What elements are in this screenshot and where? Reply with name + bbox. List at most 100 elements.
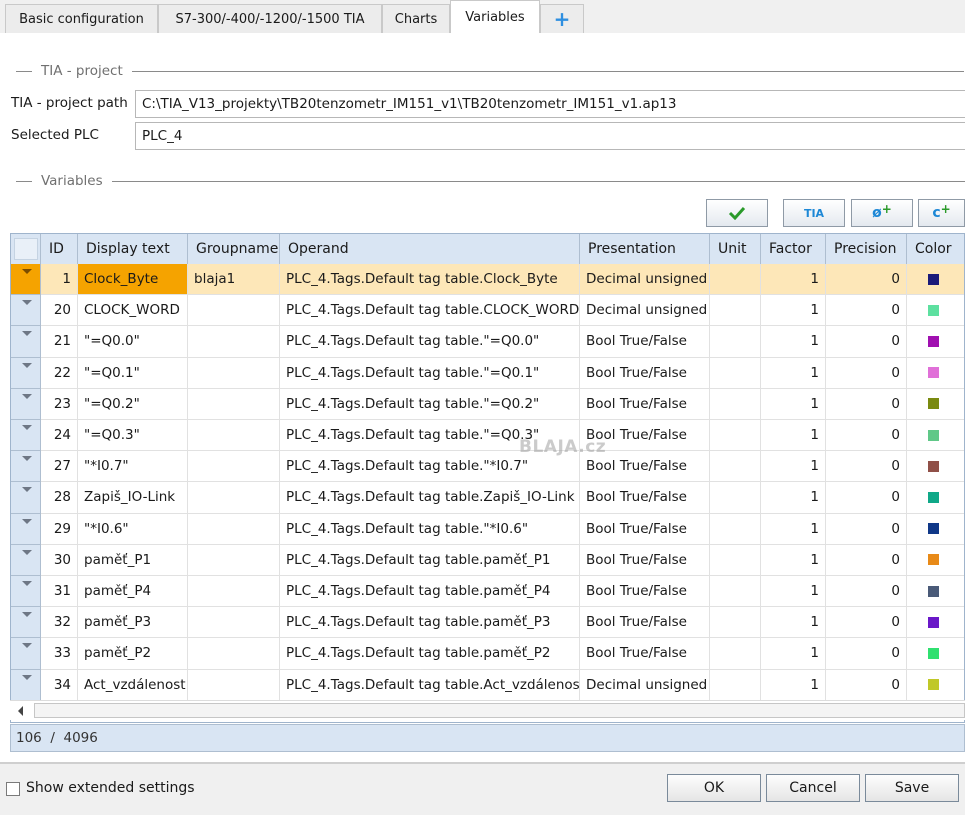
- cancel-button[interactable]: Cancel: [766, 774, 860, 802]
- row-dropdown-icon[interactable]: [22, 269, 32, 274]
- cell-precision[interactable]: 0: [826, 576, 907, 608]
- table-row[interactable]: 21 "=Q0.0" PLC_4.Tags.Default tag table."=…: [11, 326, 964, 358]
- cell-groupname[interactable]: [188, 576, 280, 608]
- table-row[interactable]: 1 Clock_Byte blaja1 PLC_4.Tags.Default tag …: [11, 264, 964, 296]
- row-dropdown-icon[interactable]: [22, 487, 32, 493]
- cell-operand[interactable]: PLC_4.Tags.Default tag table.paměť_P1: [280, 544, 580, 576]
- cell-groupname[interactable]: [188, 669, 280, 701]
- cell-display-text[interactable]: "=Q0.2": [78, 388, 188, 420]
- cell-display-text[interactable]: paměť_P1: [78, 544, 188, 576]
- cell-operand[interactable]: PLC_4.Tags.Default tag table."=Q0.1": [280, 357, 580, 389]
- tab-s7-tia[interactable]: S7-300/-400/-1200/-1500 TIA: [158, 4, 382, 33]
- cell-id[interactable]: 27: [41, 451, 78, 483]
- cell-precision[interactable]: 0: [826, 264, 907, 296]
- cell-color[interactable]: [907, 514, 964, 545]
- cell-unit[interactable]: [710, 451, 761, 483]
- cell-id[interactable]: 24: [41, 420, 78, 452]
- row-selector[interactable]: [11, 607, 41, 639]
- cell-groupname[interactable]: blaja1: [188, 264, 280, 296]
- cell-unit[interactable]: [710, 326, 761, 358]
- cell-factor[interactable]: 1: [761, 513, 826, 545]
- add-tab-button[interactable]: +: [540, 4, 584, 33]
- cell-id[interactable]: 32: [41, 607, 78, 639]
- cell-precision[interactable]: 0: [826, 357, 907, 389]
- cell-color[interactable]: [907, 420, 964, 452]
- cell-unit[interactable]: [710, 513, 761, 545]
- row-selector[interactable]: [11, 388, 41, 420]
- color-swatch[interactable]: [928, 273, 939, 285]
- row-dropdown-icon[interactable]: [22, 393, 32, 399]
- cell-presentation[interactable]: Decimal unsigned: [580, 295, 710, 327]
- cell-factor[interactable]: 1: [761, 357, 826, 389]
- cell-factor[interactable]: 1: [761, 326, 826, 358]
- cell-operand[interactable]: PLC_4.Tags.Default tag table."=Q0.2": [280, 388, 580, 420]
- cell-id[interactable]: 28: [41, 482, 78, 514]
- color-swatch[interactable]: [928, 554, 939, 566]
- cell-id[interactable]: 23: [41, 388, 78, 420]
- column-header-groupname[interactable]: Groupname: [188, 234, 280, 264]
- column-header-factor[interactable]: Factor: [761, 234, 826, 264]
- cell-operand[interactable]: PLC_4.Tags.Default tag table.Zapiš_IO-Li…: [280, 482, 580, 514]
- cell-unit[interactable]: [710, 607, 761, 639]
- cell-color[interactable]: [907, 482, 964, 514]
- tab-basic-configuration[interactable]: Basic configuration: [5, 4, 158, 33]
- cell-display-text[interactable]: paměť_P2: [78, 638, 188, 670]
- row-dropdown-icon[interactable]: [22, 300, 32, 306]
- cell-color[interactable]: [907, 545, 964, 576]
- cell-color[interactable]: [907, 326, 964, 358]
- cell-groupname[interactable]: [188, 451, 280, 483]
- cell-presentation[interactable]: Bool True/False: [580, 576, 710, 608]
- cell-color[interactable]: [907, 295, 964, 327]
- cell-operand[interactable]: PLC_4.Tags.Default tag table.CLOCK_WORD: [280, 295, 580, 327]
- cell-operand[interactable]: PLC_4.Tags.Default tag table."=Q0.0": [280, 326, 580, 358]
- cell-color[interactable]: [907, 389, 964, 420]
- cell-unit[interactable]: [710, 357, 761, 389]
- column-header-display-text[interactable]: Display text: [78, 234, 188, 264]
- horizontal-scrollbar[interactable]: [10, 700, 965, 720]
- cell-presentation[interactable]: Bool True/False: [580, 544, 710, 576]
- cell-id[interactable]: 1: [41, 264, 78, 296]
- cell-factor[interactable]: 1: [761, 388, 826, 420]
- cell-groupname[interactable]: [188, 638, 280, 670]
- cell-precision[interactable]: 0: [826, 482, 907, 514]
- row-selector[interactable]: [11, 513, 41, 545]
- cell-precision[interactable]: 0: [826, 451, 907, 483]
- row-dropdown-icon[interactable]: [22, 518, 32, 524]
- cell-id[interactable]: 21: [41, 326, 78, 358]
- cell-id[interactable]: 30: [41, 544, 78, 576]
- clear-variables-button[interactable]: ø +: [851, 199, 913, 227]
- table-row[interactable]: 24 "=Q0.3" PLC_4.Tags.Default tag table."=…: [11, 420, 964, 452]
- column-header-color[interactable]: Color: [907, 234, 964, 264]
- table-row[interactable]: 29 "*I0.6" PLC_4.Tags.Default tag table."*…: [11, 513, 964, 545]
- cell-presentation[interactable]: Bool True/False: [580, 482, 710, 514]
- cell-factor[interactable]: 1: [761, 607, 826, 639]
- table-row[interactable]: 31 paměť_P4 PLC_4.Tags.Default tag table.p…: [11, 576, 964, 608]
- cell-precision[interactable]: 0: [826, 295, 907, 327]
- cell-display-text[interactable]: Clock_Byte: [78, 264, 188, 296]
- cell-factor[interactable]: 1: [761, 638, 826, 670]
- cell-display-text[interactable]: "=Q0.3": [78, 420, 188, 452]
- cell-display-text[interactable]: Act_vzdálenost: [78, 669, 188, 701]
- cell-color[interactable]: [907, 451, 964, 483]
- color-swatch[interactable]: [928, 491, 939, 503]
- cell-id[interactable]: 20: [41, 295, 78, 327]
- cell-color[interactable]: [907, 607, 964, 639]
- cell-color[interactable]: [907, 638, 964, 670]
- selected-plc-field[interactable]: PLC_4: [135, 122, 965, 150]
- cell-presentation[interactable]: Bool True/False: [580, 513, 710, 545]
- color-swatch[interactable]: [928, 304, 939, 316]
- table-row[interactable]: 28 Zapiš_IO-Link PLC_4.Tags.Default tag ta…: [11, 482, 964, 514]
- cell-presentation[interactable]: Bool True/False: [580, 388, 710, 420]
- cell-id[interactable]: 22: [41, 357, 78, 389]
- cell-precision[interactable]: 0: [826, 420, 907, 452]
- cell-groupname[interactable]: [188, 326, 280, 358]
- row-selector[interactable]: [11, 482, 41, 514]
- cell-unit[interactable]: [710, 420, 761, 452]
- cell-factor[interactable]: 1: [761, 576, 826, 608]
- cell-factor[interactable]: 1: [761, 451, 826, 483]
- row-dropdown-icon[interactable]: [22, 425, 32, 430]
- copy-variables-button[interactable]: c +: [918, 199, 965, 227]
- cell-operand[interactable]: PLC_4.Tags.Default tag table.paměť_P2: [280, 638, 580, 670]
- column-header-unit[interactable]: Unit: [710, 234, 761, 264]
- accept-button[interactable]: [706, 199, 768, 227]
